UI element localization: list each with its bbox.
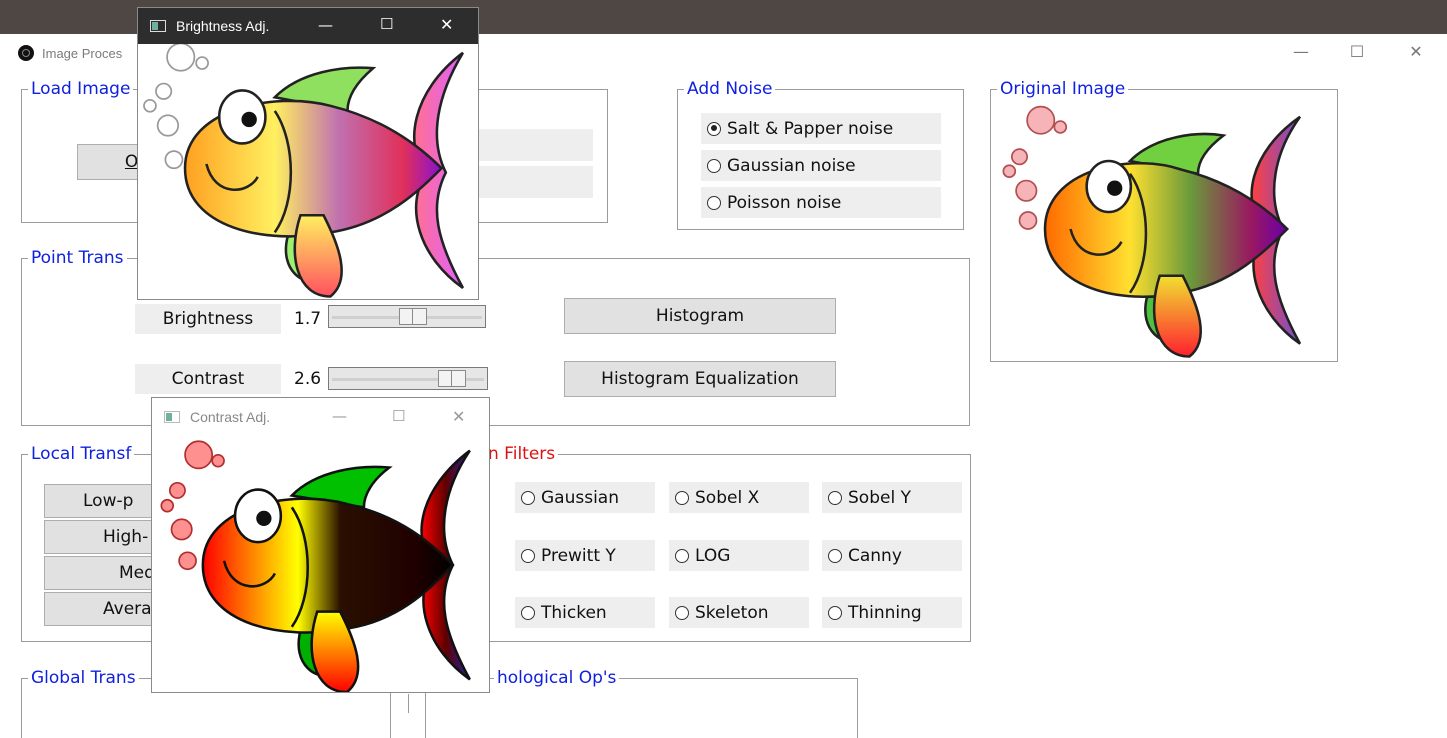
morphological-group-label: hological Op's [494,667,620,689]
contrast-window-maximize[interactable]: ☐ [392,407,405,425]
brightness-slider-thumb[interactable] [399,308,427,325]
salt-pepper-noise-option[interactable]: Salt & Papper noise [701,113,941,144]
filter-sobel-y-radio[interactable] [828,490,842,505]
divider-line [408,694,409,713]
filter-canny-label: Canny [848,545,902,566]
contrast-value: 2.6 [294,369,322,389]
filter-thinning[interactable]: Thinning [822,597,962,628]
filter-log[interactable]: LOG [669,540,809,571]
global-transform-group-label: Global Trans [28,667,139,689]
add-noise-group-label: Add Noise [684,78,776,100]
gaussian-noise-radio[interactable] [707,158,721,173]
brightness-value: 1.7 [294,309,322,329]
brightness-slider[interactable] [328,305,486,328]
brightness-window-close[interactable]: ✕ [440,15,453,34]
filter-thicken[interactable]: Thicken [515,597,655,628]
filter-gaussian[interactable]: Gaussian [515,482,655,513]
contrast-window-close[interactable]: ✕ [452,407,465,426]
brightness-window-maximize[interactable]: ☐ [380,15,393,33]
filter-skeleton-label: Skeleton [695,602,769,623]
gaussian-noise-option[interactable]: Gaussian noise [701,150,941,181]
gaussian-noise-label: Gaussian noise [727,155,856,176]
filter-prewitt-y-radio[interactable] [521,548,535,563]
contrast-fish-image [160,440,471,692]
contrast-window-titlebar[interactable]: Contrast Adj. — ☐ ✕ [152,398,489,436]
filter-sobel-x-label: Sobel X [695,487,760,508]
filter-prewitt-y-label: Prewitt Y [541,545,616,566]
filter-gaussian-label: Gaussian [541,487,619,508]
histogram-button[interactable]: Histogram [564,298,836,334]
brightness-adjust-window[interactable]: Brightness Adj. — ☐ ✕ [137,7,479,300]
brightness-label: Brightness [135,304,281,334]
contrast-adjust-window[interactable]: Contrast Adj. — ☐ ✕ [151,397,490,693]
contrast-slider-thumb[interactable] [438,370,466,387]
filter-skeleton[interactable]: Skeleton [669,597,809,628]
local-transform-group-label: Local Transf [28,443,135,465]
contrast-window-minimize[interactable]: — [332,407,347,425]
filter-thicken-radio[interactable] [521,605,535,620]
filter-sobel-x-radio[interactable] [675,490,689,505]
filter-log-radio[interactable] [675,548,689,563]
poisson-noise-label: Poisson noise [727,192,842,213]
original-fish-image [1002,105,1302,358]
filter-prewitt-y[interactable]: Prewitt Y [515,540,655,571]
filter-thicken-label: Thicken [541,602,607,623]
filter-thinning-label: Thinning [848,602,922,623]
contrast-window-title: Contrast Adj. [190,409,271,425]
filter-sobel-y-label: Sobel Y [848,487,911,508]
filter-canny-radio[interactable] [828,548,842,563]
load-image-group-label: Load Image [28,78,134,100]
contrast-slider[interactable] [328,367,488,390]
filters-group-label: n Filters [485,443,559,465]
poisson-noise-option[interactable]: Poisson noise [701,187,941,218]
contrast-label: Contrast [135,364,281,394]
window-app-icon [150,20,166,32]
minimize-button[interactable]: — [1284,42,1318,66]
original-image-group: Original Image [990,78,1338,362]
filter-skeleton-radio[interactable] [675,605,689,620]
point-transform-group-label: Point Trans [28,247,127,269]
original-image-group-label: Original Image [997,78,1129,100]
window-title: Image Proces [42,46,123,61]
maximize-button[interactable]: ☐ [1340,42,1374,66]
close-button[interactable]: ✕ [1399,42,1433,66]
salt-pepper-label: Salt & Papper noise [727,118,894,139]
app-icon [18,45,34,61]
filter-log-label: LOG [695,545,731,566]
filter-thinning-radio[interactable] [828,605,842,620]
window-app-icon [164,411,180,423]
filter-sobel-x[interactable]: Sobel X [669,482,809,513]
filter-sobel-y[interactable]: Sobel Y [822,482,962,513]
filter-gaussian-radio[interactable] [521,490,535,505]
salt-pepper-radio[interactable] [707,121,721,136]
add-noise-group: Add Noise Salt & Papper noise Gaussian n… [677,78,964,230]
poisson-noise-radio[interactable] [707,195,721,210]
brightness-fish-image [143,44,465,298]
brightness-window-titlebar[interactable]: Brightness Adj. — ☐ ✕ [138,8,478,44]
brightness-window-title: Brightness Adj. [176,18,270,34]
histogram-equalization-button[interactable]: Histogram Equalization [564,361,836,397]
brightness-window-minimize[interactable]: — [318,16,333,34]
filter-canny[interactable]: Canny [822,540,962,571]
